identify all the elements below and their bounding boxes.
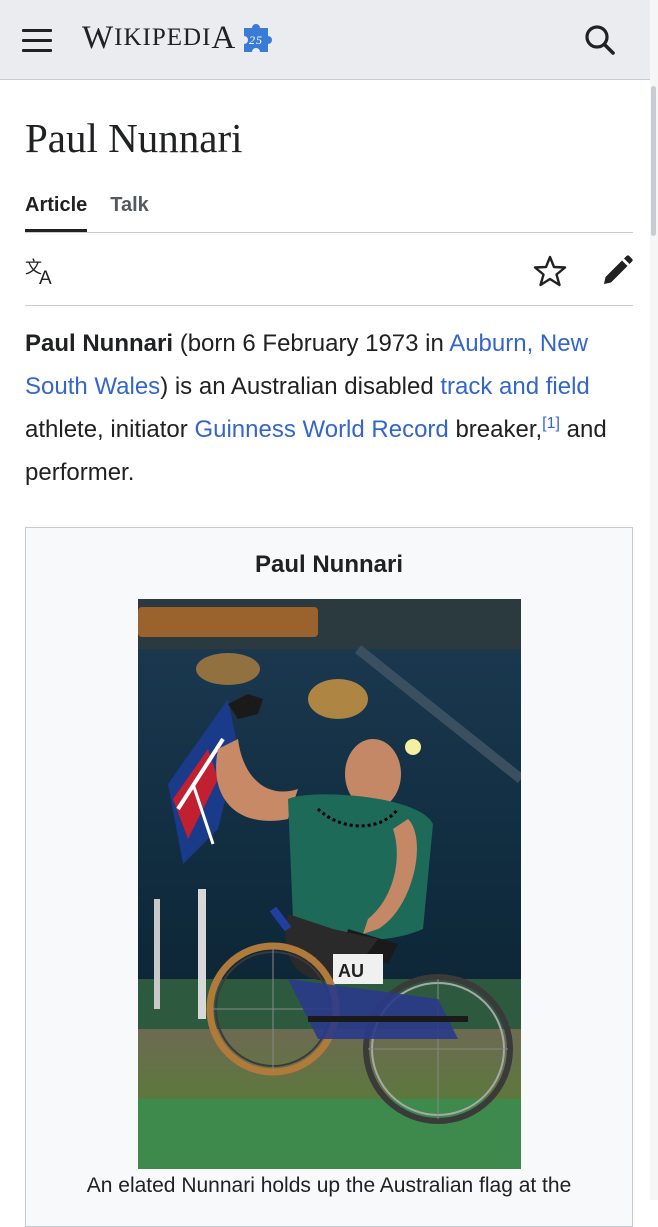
lead-text: breaker, [448,416,543,443]
edit-pencil-icon[interactable] [600,254,634,288]
logo-letters: IKIPEDI [114,24,212,51]
lead-paragraph: Paul Nunnari (born 6 February 1973 in Au… [25,322,637,494]
infobox-title: Paul Nunnari [254,551,404,578]
wikipedia-25-puzzle-icon: 25 [244,24,273,52]
hamburger-menu-icon[interactable] [22,24,58,56]
tab-article[interactable]: Article [25,188,88,232]
link-track-and-field[interactable]: track and field [440,373,589,400]
scrollbar-thumb[interactable] [651,86,656,236]
language-icon[interactable]: 文 A [25,256,59,286]
link-guinness-world-record[interactable]: Guinness World Record [194,416,448,443]
lead-text: ) is an Australian disabled [160,373,441,400]
lead-text: (born 6 February 1973 in [173,330,450,357]
tab-talk[interactable]: Talk [110,188,149,232]
infobox-caption: An elated Nunnari holds up the Australia… [86,1174,572,1197]
search-icon[interactable] [582,22,618,58]
lead-subject: Paul Nunnari [25,330,174,357]
top-header: W IKIPEDI A 25 [0,0,658,80]
star-icon[interactable] [533,254,567,288]
lead-text: athlete, initiator [25,416,195,443]
svg-text:A: A [39,268,52,286]
page-actions-bar: 文 A [25,248,633,306]
svg-text:25: 25 [249,33,263,47]
page-tabs: Article Talk [25,188,633,233]
page-title: Paul Nunnari [25,115,243,161]
svg-text:AU: AU [338,961,364,981]
infobox-photo[interactable]: AU [138,599,521,1169]
logo-letter-w: W [82,19,115,56]
citation-link[interactable]: [1] [542,415,560,432]
infobox: Paul Nunnari AU An elated Nunnari holds … [25,527,633,1227]
wikipedia-logo[interactable]: W IKIPEDI A 25 [82,18,274,58]
logo-letter-a: A [211,19,237,56]
athlete-photo-illustration: AU [138,599,521,1169]
